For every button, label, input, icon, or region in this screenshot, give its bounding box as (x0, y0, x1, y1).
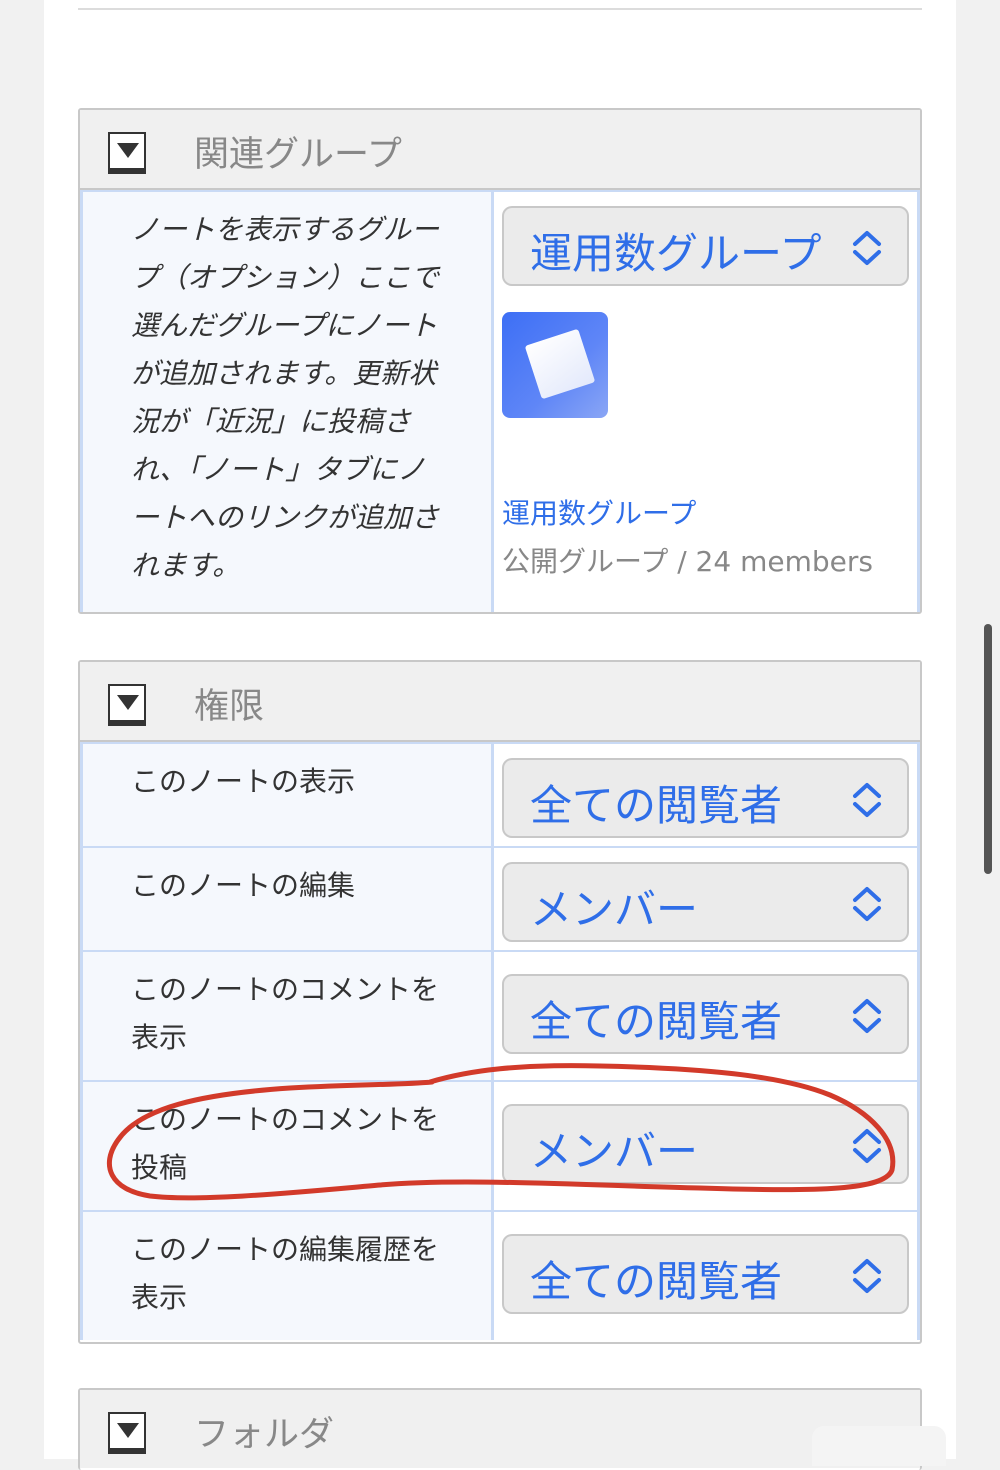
select-value: メンバー (530, 1127, 699, 1176)
permission-label: このノートのコメントを投稿 (80, 1082, 494, 1210)
permission-select-view[interactable]: 全ての閲覧者 (502, 758, 909, 838)
section-title: 権限 (194, 687, 265, 727)
select-value: 運用数グループ (530, 229, 822, 278)
related-group-select[interactable]: 運用数グループ (502, 206, 909, 286)
permission-value: メンバー (494, 848, 920, 950)
group-avatar-shape (524, 328, 596, 400)
group-avatar[interactable] (502, 312, 608, 418)
section-title: 関連グループ (194, 135, 402, 175)
scrollbar[interactable] (984, 624, 992, 874)
chevron-up-down-icon (853, 1259, 881, 1293)
group-name-link[interactable]: 運用数グループ (502, 490, 909, 538)
permission-row-edit: このノートの編集 メンバー (80, 846, 920, 950)
permission-select-post-comments[interactable]: メンバー (502, 1104, 909, 1184)
permission-row-post-comments: このノートのコメントを投稿 メンバー (80, 1080, 920, 1210)
permission-label: このノートの表示 (80, 744, 494, 846)
permission-select-edit[interactable]: メンバー (502, 862, 909, 942)
permission-select-view-comments[interactable]: 全ての閲覧者 (502, 974, 909, 1054)
folder-section: フォルダ (78, 1388, 922, 1470)
permission-row-view-comments: このノートのコメントを表示 全ての閲覧者 (80, 950, 920, 1080)
permission-row-view-history: このノートの編集履歴を表示 全ての閲覧者 (80, 1210, 920, 1340)
group-meta: 公開グループ / 24 members (502, 545, 873, 578)
related-group-description: ノートを表示するグループ（オプション）ここで選んだグループにノートが追加されます… (80, 192, 494, 612)
related-group-value: 運用数グループ 運用数グループ 公開グループ / 24 members (494, 192, 920, 612)
divider (78, 8, 922, 10)
chevron-up-down-icon (853, 231, 881, 265)
chevron-up-down-icon (853, 887, 881, 921)
chevron-up-down-icon (853, 999, 881, 1033)
related-group-row: ノートを表示するグループ（オプション）ここで選んだグループにノートが追加されます… (80, 190, 920, 612)
collapse-toggle-icon[interactable] (108, 684, 146, 726)
chevron-up-down-icon (853, 783, 881, 817)
permissions-section: 権限 このノートの表示 全ての閲覧者 このノートの編集 メンバー このノートのコ… (78, 660, 922, 1344)
section-title: フォルダ (194, 1415, 335, 1455)
folder-header[interactable]: フォルダ (80, 1390, 920, 1468)
select-value: メンバー (530, 885, 699, 934)
permission-value: メンバー (494, 1082, 920, 1210)
related-group-header[interactable]: 関連グループ (80, 110, 920, 190)
select-value: 全ての閲覧者 (530, 997, 783, 1046)
permission-label: このノートのコメントを表示 (80, 952, 494, 1080)
permission-select-view-history[interactable]: 全ての閲覧者 (502, 1234, 909, 1314)
permission-value: 全ての閲覧者 (494, 1212, 920, 1340)
collapse-toggle-icon[interactable] (108, 132, 146, 174)
permission-value: 全ての閲覧者 (494, 952, 920, 1080)
permission-value: 全ての閲覧者 (494, 744, 920, 846)
select-value: 全ての閲覧者 (530, 781, 783, 830)
collapse-toggle-icon[interactable] (108, 1412, 146, 1454)
chevron-up-down-icon (853, 1129, 881, 1163)
select-value: 全ての閲覧者 (530, 1257, 783, 1306)
related-group-section: 関連グループ ノートを表示するグループ（オプション）ここで選んだグループにノート… (78, 108, 922, 614)
permission-label: このノートの編集 (80, 848, 494, 950)
floating-widget (812, 1426, 946, 1466)
permissions-header[interactable]: 権限 (80, 662, 920, 742)
permission-label: このノートの編集履歴を表示 (80, 1212, 494, 1340)
permission-row-view: このノートの表示 全ての閲覧者 (80, 742, 920, 846)
